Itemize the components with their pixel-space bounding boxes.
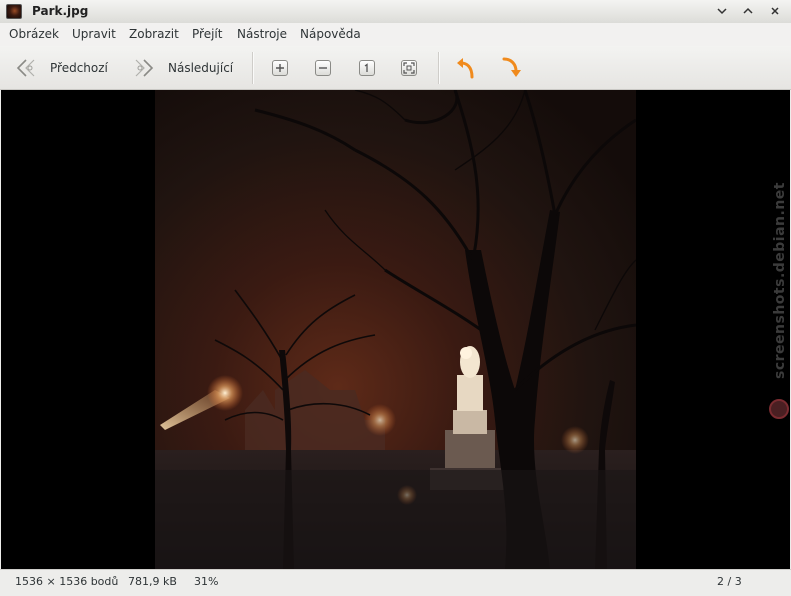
close-button[interactable] bbox=[765, 2, 785, 20]
menu-nastroje[interactable]: Nástroje bbox=[237, 27, 287, 41]
image-dimensions: 1536 × 1536 bodů bbox=[15, 575, 119, 588]
next-label: Následující bbox=[168, 61, 234, 75]
menu-obrazek[interactable]: Obrázek bbox=[9, 27, 59, 41]
toolbar: Předchozí Následující bbox=[0, 46, 791, 90]
image-viewport[interactable] bbox=[1, 90, 790, 569]
watermark: screenshots.debian.net bbox=[772, 182, 788, 379]
zoom-normal-button[interactable] bbox=[359, 54, 375, 82]
zoom-level: 31% bbox=[194, 575, 219, 588]
zoom-fit-icon bbox=[401, 60, 417, 76]
rotate-right-button[interactable] bbox=[499, 54, 521, 82]
chevron-down-icon bbox=[717, 8, 727, 15]
previous-label: Předchozí bbox=[50, 61, 108, 75]
zoom-original-icon bbox=[359, 60, 375, 76]
zoom-out-icon bbox=[315, 60, 331, 76]
menu-napoveda[interactable]: Nápověda bbox=[300, 27, 361, 41]
menu-bar: Obrázek Upravit Zobrazit Přejít Nástroje… bbox=[0, 23, 791, 46]
window-title: Park.jpg bbox=[32, 4, 89, 18]
night-park-photo bbox=[155, 90, 636, 569]
previous-button[interactable]: Předchozí bbox=[14, 54, 108, 82]
menu-prejit[interactable]: Přejít bbox=[192, 27, 222, 41]
rotate-left-button[interactable] bbox=[455, 54, 477, 82]
toolbar-separator bbox=[438, 52, 440, 84]
image-position: 2 / 3 bbox=[717, 575, 742, 588]
next-button[interactable]: Následující bbox=[132, 54, 233, 82]
maximize-button[interactable] bbox=[738, 2, 758, 20]
watermark-logo-icon bbox=[769, 399, 789, 419]
menu-zobrazit[interactable]: Zobrazit bbox=[129, 27, 179, 41]
arrow-right-icon bbox=[135, 59, 154, 77]
zoom-fit-button[interactable] bbox=[401, 54, 417, 82]
zoom-out-button[interactable] bbox=[315, 54, 331, 82]
menu-upravit[interactable]: Upravit bbox=[72, 27, 116, 41]
close-icon bbox=[771, 7, 779, 15]
status-bar: 1536 × 1536 bodů 781,9 kB 31% 2 / 3 bbox=[0, 569, 791, 596]
chevron-up-icon bbox=[743, 7, 753, 14]
file-size: 781,9 kB bbox=[128, 575, 177, 588]
minimize-button[interactable] bbox=[712, 2, 732, 20]
app-icon bbox=[6, 4, 22, 19]
arrow-left-icon bbox=[16, 59, 35, 77]
rotate-left-icon bbox=[457, 58, 474, 79]
rotate-right-icon bbox=[502, 57, 521, 77]
toolbar-separator bbox=[252, 52, 254, 84]
zoom-in-icon bbox=[272, 60, 288, 76]
title-bar: Park.jpg bbox=[0, 0, 791, 24]
zoom-in-button[interactable] bbox=[272, 54, 288, 82]
